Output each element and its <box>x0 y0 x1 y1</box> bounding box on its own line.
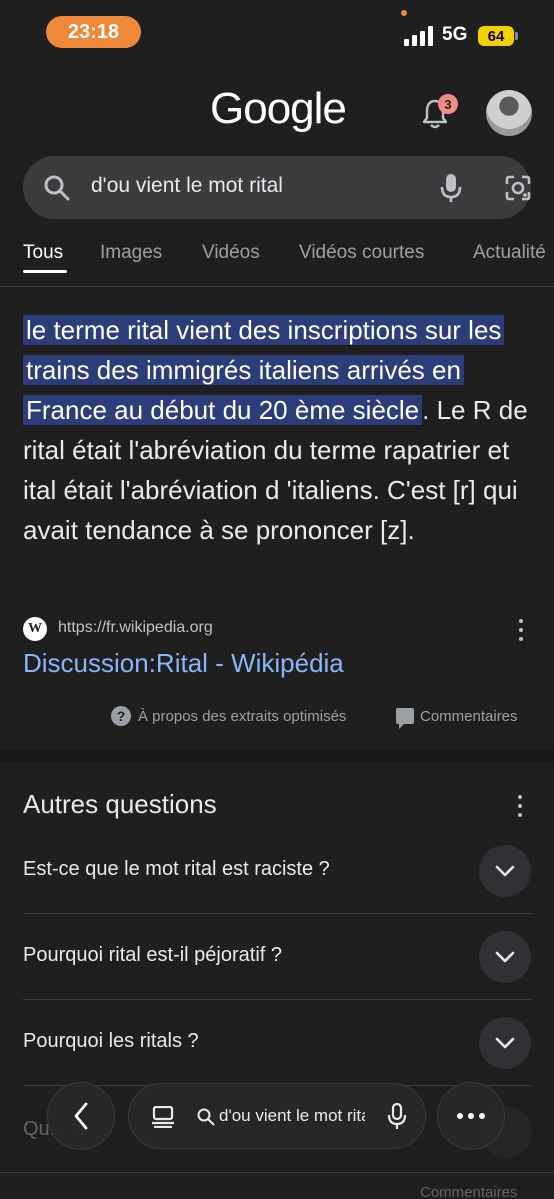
result-link[interactable]: Discussion:Rital - Wikipédia <box>23 648 344 679</box>
tabs-icon[interactable] <box>151 1106 175 1128</box>
feedback-link[interactable]: Commentaires <box>420 708 518 725</box>
more-options-icon[interactable] <box>518 619 524 641</box>
tab-videos[interactable]: Vidéos <box>202 242 260 264</box>
microphone-icon[interactable] <box>387 1103 407 1131</box>
paa-question-text: Pourquoi rital est-il péjoratif ? <box>23 944 283 966</box>
expand-button[interactable] <box>479 845 531 897</box>
expand-button[interactable] <box>479 931 531 983</box>
google-lens-icon[interactable] <box>504 174 532 202</box>
snippet-footer: ? À propos des extraits optimisés Commen… <box>0 706 554 730</box>
microphone-icon[interactable] <box>437 172 465 204</box>
about-snippets-link[interactable]: À propos des extraits optimisés <box>138 708 346 725</box>
divider <box>0 286 554 287</box>
chevron-down-icon <box>495 951 515 963</box>
snippet-source[interactable]: W https://fr.wikipedia.org <box>23 617 533 641</box>
chevron-down-icon <box>495 865 515 877</box>
paa-question[interactable]: Pourquoi les ritals ? <box>23 1000 531 1086</box>
tab-videos-courtes[interactable]: Vidéos courtes <box>299 242 424 264</box>
tab-actualites[interactable]: Actualité <box>473 242 546 264</box>
tab-images[interactable]: Images <box>100 242 162 264</box>
privacy-indicator-dot <box>401 10 407 16</box>
notification-badge: 3 <box>438 94 458 114</box>
feedback-link[interactable]: Commentaires <box>420 1184 518 1199</box>
paa-question[interactable]: Est-ce que le mot rital est raciste ? <box>23 828 531 914</box>
back-button[interactable] <box>47 1082 115 1150</box>
divider <box>0 1172 554 1173</box>
paa-question-text: Est-ce que le mot rital est raciste ? <box>23 858 330 880</box>
paa-more-options-icon[interactable] <box>517 795 523 817</box>
paa-question-text: Pourquoi les ritals ? <box>23 1030 199 1052</box>
nav-search-text[interactable]: d'ou vient le mot rital <box>219 1106 365 1126</box>
search-input[interactable]: d'ou vient le mot rital <box>91 174 283 198</box>
tab-tous[interactable]: Tous <box>23 242 63 264</box>
search-bar[interactable]: d'ou vient le mot rital <box>23 156 531 219</box>
chevron-left-icon <box>74 1102 88 1130</box>
chevron-down-icon <box>495 1037 515 1049</box>
avatar[interactable] <box>486 90 532 136</box>
paa-title: Autres questions <box>23 789 217 819</box>
battery-icon: 64 <box>478 26 518 46</box>
feedback-icon[interactable] <box>396 708 414 729</box>
wikipedia-icon: W <box>23 617 47 641</box>
more-horizontal-icon <box>457 1113 485 1119</box>
help-icon[interactable]: ? <box>111 706 131 726</box>
search-icon <box>44 175 70 201</box>
network-type: 5G <box>442 24 468 45</box>
status-time: 23:18 <box>46 16 141 48</box>
more-button[interactable] <box>437 1082 505 1150</box>
paa-question[interactable]: Pourquoi rital est-il péjoratif ? <box>23 914 531 1000</box>
nav-search-pill[interactable]: d'ou vient le mot rital <box>128 1083 426 1149</box>
expand-button[interactable] <box>479 1017 531 1069</box>
search-tabs: Tous Images Vidéos Vidéos courtes Actual… <box>0 238 554 278</box>
google-logo[interactable]: Google <box>210 84 347 134</box>
signal-icon <box>404 26 433 46</box>
source-url: https://fr.wikipedia.org <box>58 619 213 636</box>
featured-snippet: le terme rital vient des inscriptions su… <box>23 310 533 550</box>
active-tab-indicator <box>23 270 67 273</box>
search-icon <box>197 1108 215 1126</box>
section-separator <box>0 750 554 762</box>
bottom-navigation: d'ou vient le mot rital <box>0 1080 554 1152</box>
status-bar: 23:18 5G 64 <box>0 0 554 70</box>
